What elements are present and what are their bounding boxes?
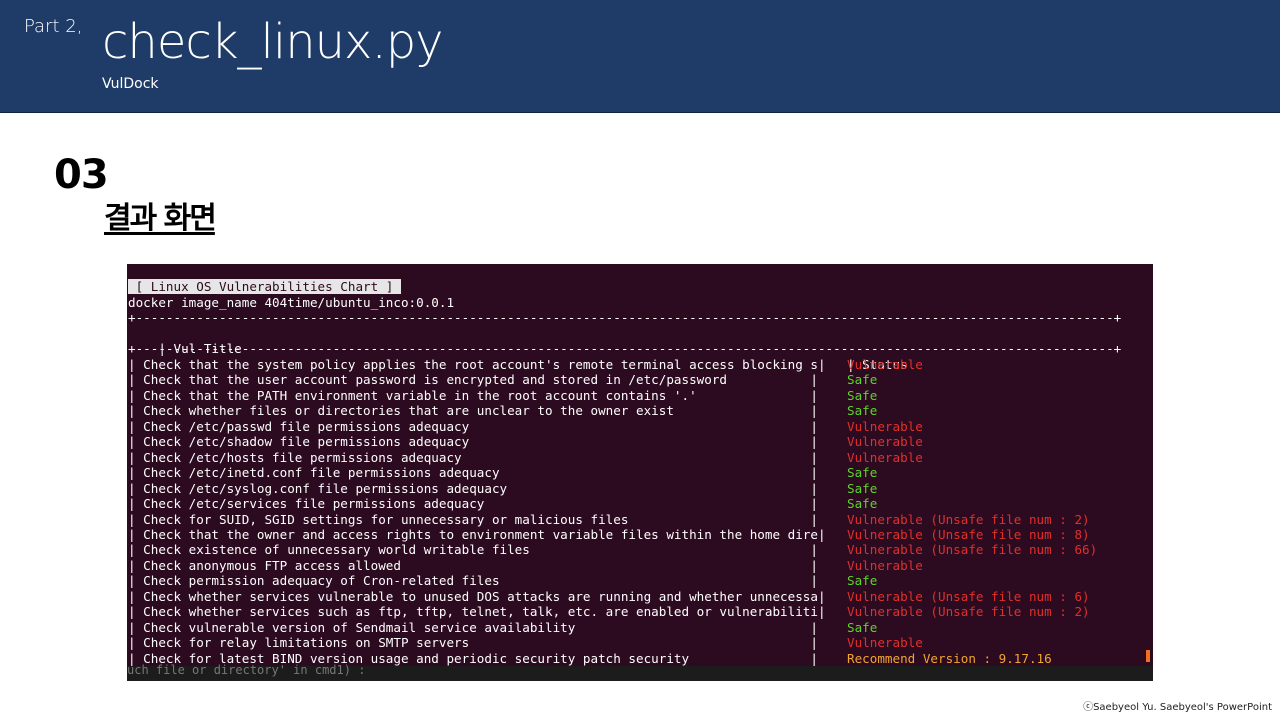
table-row: | Check /etc/shadow file permissions ade… — [128, 434, 1148, 449]
row-vul-title: | Check for relay limitations on SMTP se… — [128, 635, 818, 651]
row-vul-title: | Check whether services such as ftp, tf… — [128, 604, 826, 620]
row-vul-title: | Check that the owner and access rights… — [128, 526, 826, 542]
row-status: Safe — [847, 480, 878, 496]
row-status: Vulnerable (Unsafe file num : 2) — [847, 604, 1090, 620]
row-status: Safe — [847, 403, 878, 419]
terminal-cursor — [1146, 650, 1150, 662]
row-status: Safe — [847, 619, 878, 635]
row-status: Safe — [847, 465, 878, 481]
table-row: | Check that the system policy applies t… — [128, 357, 1148, 372]
row-vul-title: | Check vulnerable version of Sendmail s… — [128, 619, 818, 635]
table-row: | Check whether services such as ftp, tf… — [128, 604, 1148, 619]
slide-header: Part 2, check_linux.py VulDock — [0, 0, 1280, 113]
table-row: | Check /etc/passwd file permissions ade… — [128, 419, 1148, 434]
row-vul-title: | Check for SUID, SGID settings for unne… — [128, 511, 818, 527]
row-status: Vulnerable (Unsafe file num : 2) — [847, 511, 1090, 527]
row-status: Vulnerable — [847, 557, 923, 573]
table-row: | Check that the PATH environment variab… — [128, 388, 1148, 403]
row-vul-title: | Check /etc/services file permissions a… — [128, 496, 818, 512]
terminal-footer: uch file or directory' in cmd1) : — [127, 663, 1153, 681]
table-row: | Check /etc/inetd.conf file permissions… — [128, 465, 1148, 480]
slide-title: check_linux.py — [102, 14, 444, 70]
table-row: | Check /etc/syslog.conf file permission… — [128, 481, 1148, 496]
row-status: Recommend Version : 9.17.16 — [847, 650, 1052, 666]
slide-subtitle: VulDock — [102, 76, 159, 92]
row-vul-title: | Check /etc/hosts file permissions adeq… — [128, 449, 818, 465]
table-separator-header: +---------------------------------------… — [128, 341, 1122, 356]
chart-title-line: [ Linux OS Vulnerabilities Chart ] — [128, 279, 401, 294]
table-row: | Check /etc/services file permissions a… — [128, 496, 1148, 511]
chart-title: [ Linux OS Vulnerabilities Chart ] — [128, 279, 401, 294]
copyright-notice: ⓒSaebyeol Yu. Saebyeol's PowerPoint — [1083, 702, 1272, 713]
row-vul-title: | Check /etc/shadow file permissions ade… — [128, 434, 818, 450]
row-vul-title: | Check permission adequacy of Cron-rela… — [128, 573, 818, 589]
row-status: Vulnerable — [847, 418, 923, 434]
section-number: 03 — [54, 152, 109, 198]
row-vul-title: | Check /etc/syslog.conf file permission… — [128, 480, 818, 496]
row-vul-title: | Check anonymous FTP access allowed | — [128, 557, 818, 573]
table-row: | Check anonymous FTP access allowed | Vu… — [128, 558, 1148, 573]
row-vul-title: | Check whether files or directories tha… — [128, 403, 818, 419]
row-vul-title: | Check that the PATH environment variab… — [128, 387, 818, 403]
table-header: | Vul Title | Status — [128, 326, 1148, 371]
table-row: | Check that the user account password i… — [128, 372, 1148, 387]
row-status: Vulnerable — [847, 635, 923, 651]
row-vul-title: | Check that the user account password i… — [128, 372, 818, 388]
table-row: | Check whether services vulnerable to u… — [128, 589, 1148, 604]
row-status: Vulnerable — [847, 449, 923, 465]
table-row: | Check for SUID, SGID settings for unne… — [128, 512, 1148, 527]
table-row: | Check that the owner and access rights… — [128, 527, 1148, 542]
table-row: | Check existence of unnecessary world w… — [128, 542, 1148, 557]
table-row: | Check for relay limitations on SMTP se… — [128, 635, 1148, 650]
row-status: Vulnerable (Unsafe file num : 8) — [847, 526, 1090, 542]
row-status: Vulnerable — [847, 357, 923, 372]
row-vul-title: | Check /etc/inetd.conf file permissions… — [128, 465, 818, 481]
row-status: Vulnerable (Unsafe file num : 6) — [847, 588, 1090, 604]
row-status: Safe — [847, 573, 878, 589]
row-status: Vulnerable (Unsafe file num : 66) — [847, 542, 1098, 558]
terminal-screenshot: [ Linux OS Vulnerabilities Chart ] docke… — [127, 264, 1153, 681]
row-vul-title: | Check /etc/passwd file permissions ade… — [128, 418, 818, 434]
table-row: | Check /etc/hosts file permissions adeq… — [128, 450, 1148, 465]
section-title: 결과 화면 — [104, 201, 217, 236]
table-row: | Check whether files or directories tha… — [128, 403, 1148, 418]
footer-text: uch file or directory' in cmd1) : — [127, 663, 366, 677]
row-vul-title: | Check that the system policy applies t… — [128, 357, 826, 372]
table-row: | Check vulnerable version of Sendmail s… — [128, 620, 1148, 635]
row-status: Vulnerable — [847, 434, 923, 450]
table-separator-top: +---------------------------------------… — [128, 310, 1122, 325]
image-name-line: docker image_name 404time/ubuntu_inco:0.… — [128, 295, 455, 310]
row-vul-title: | Check whether services vulnerable to u… — [128, 588, 826, 604]
row-status: Safe — [847, 387, 878, 403]
part-label: Part 2, — [24, 16, 83, 37]
row-status: Safe — [847, 496, 878, 512]
row-vul-title: | Check existence of unnecessary world w… — [128, 542, 818, 558]
row-status: Safe — [847, 372, 878, 388]
table-row: | Check permission adequacy of Cron-rela… — [128, 573, 1148, 588]
